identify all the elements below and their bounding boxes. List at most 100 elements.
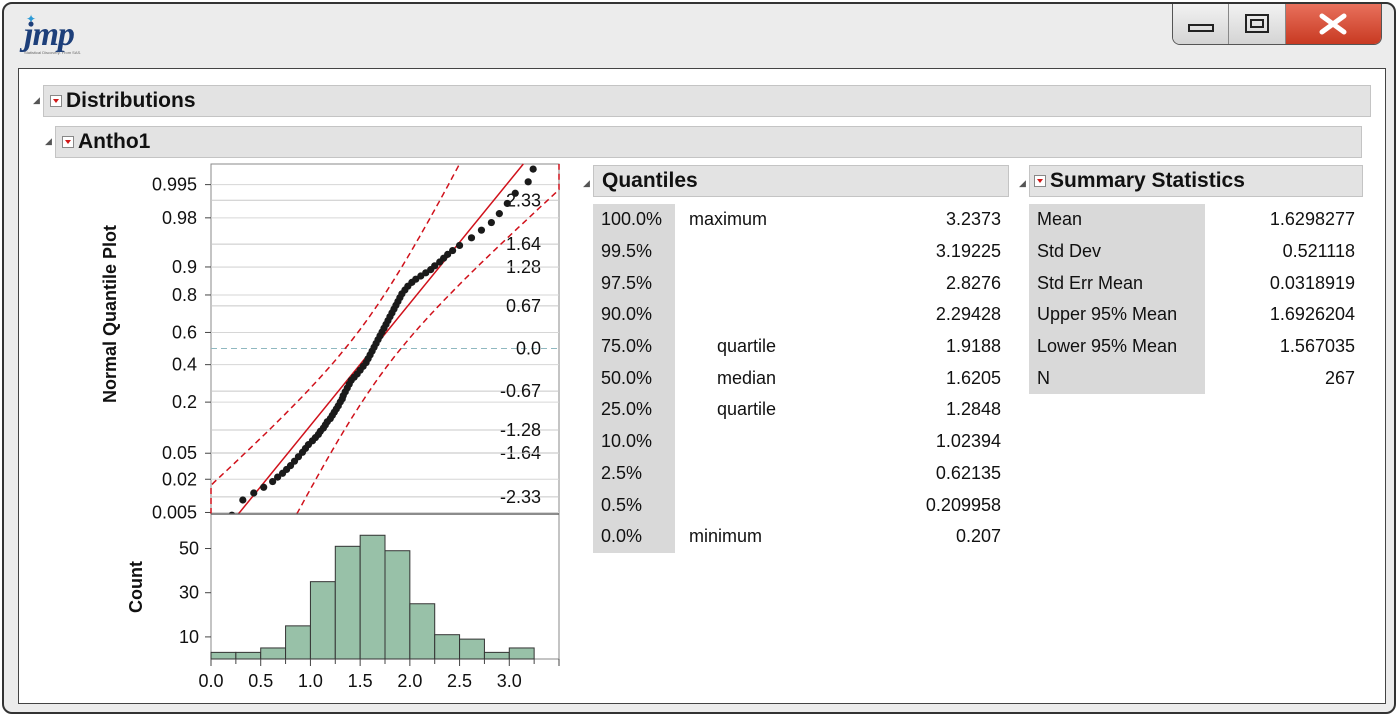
histogram-bar <box>384 550 411 660</box>
quantile-row: 2.5% 0.62135 <box>593 457 1009 490</box>
logo-text: jmp <box>24 16 75 53</box>
histogram-bar <box>235 651 262 660</box>
quantile-percent: 99.5% <box>593 235 675 268</box>
summary-value: 1.6926204 <box>1269 304 1355 325</box>
disclosure-triangle-icon[interactable]: ◢ <box>45 136 52 147</box>
data-point <box>239 496 247 504</box>
quantile-value: 1.9188 <box>945 336 1001 357</box>
report-content: ◢ Distributions ◢ Antho1 2.33 1.64 1.28 0.6… <box>18 68 1386 704</box>
variable-title: Antho1 <box>78 130 151 153</box>
x-tick-label: 0.5 <box>248 671 273 691</box>
probability-tick: 0.05 <box>162 443 197 463</box>
probability-tick: 0.6 <box>172 322 197 342</box>
quantile-value: 1.02394 <box>935 431 1001 452</box>
summary-value: 0.521118 <box>1282 241 1355 262</box>
histogram-bar <box>210 651 237 660</box>
quantile-row: 50.0% median 1.6205 <box>593 362 1009 395</box>
probability-tick: 0.2 <box>172 392 197 412</box>
summary-row: N 267 <box>1029 362 1363 395</box>
histogram-bar <box>309 581 336 660</box>
quantile-row: 97.5% 2.8276 <box>593 267 1009 300</box>
quantile-percent: 2.5% <box>593 457 675 490</box>
red-triangle-menu-icon[interactable] <box>1034 175 1046 187</box>
distributions-title: Distributions <box>66 89 196 112</box>
distributions-header[interactable]: Distributions <box>43 85 1371 117</box>
quantile-row: 25.0% quartile 1.2848 <box>593 394 1009 426</box>
data-point <box>529 165 537 173</box>
distribution-plots: 2.331.641.280.670.0-0.67-1.28-1.64-2.330… <box>100 163 560 691</box>
disclosure-triangle-icon[interactable]: ◢ <box>1019 178 1026 189</box>
summary-label: Upper 95% Mean <box>1029 299 1205 331</box>
red-triangle-menu-icon[interactable] <box>62 136 74 148</box>
summary-row: Lower 95% Mean 1.567035 <box>1029 330 1363 363</box>
quantile-value: 3.2373 <box>945 209 1001 230</box>
quantile-percent: 90.0% <box>593 299 675 331</box>
maximize-button[interactable] <box>1229 4 1286 44</box>
quantile-percent: 25.0% <box>593 394 675 426</box>
data-point <box>503 199 511 208</box>
quantile-label <box>675 299 875 331</box>
probability-tick: 0.9 <box>172 257 197 277</box>
data-point <box>260 483 268 491</box>
data-point <box>524 178 532 186</box>
probability-tick: 0.995 <box>152 175 197 195</box>
probability-tick: 0.4 <box>172 355 197 375</box>
quantile-value: 0.62135 <box>935 462 1001 483</box>
quantile-percent: 97.5% <box>593 267 675 300</box>
normal-quantile-tick: -2.33 <box>500 487 541 507</box>
quantile-value: 3.19225 <box>935 241 1001 262</box>
summary-label: N <box>1029 362 1205 395</box>
quantile-value: 0.209958 <box>925 494 1001 515</box>
app-window: ✦ jmp Statistical Discovery. From SAS. ◢… <box>2 2 1396 714</box>
data-point <box>477 226 486 234</box>
histogram-bar <box>334 545 361 660</box>
summary-row: Mean 1.6298277 <box>1029 204 1363 236</box>
quantile-percent: 10.0% <box>593 425 675 458</box>
normal-quantile-tick: 1.64 <box>506 234 541 254</box>
minimize-icon <box>1187 24 1214 32</box>
summary-statistics-table: Mean 1.6298277 Std Dev 0.521118 Std Err Mean… <box>1029 204 1363 395</box>
close-icon <box>1319 13 1347 35</box>
histogram-axis-title: Count <box>126 561 146 613</box>
disclosure-triangle-icon[interactable]: ◢ <box>33 95 40 106</box>
quantile-row: 0.0% minimum 0.207 <box>593 520 1009 553</box>
summary-statistics-title: Summary Statistics <box>1050 169 1245 192</box>
normal-quantile-tick: 0.0 <box>516 339 541 359</box>
data-point <box>487 218 495 227</box>
quantile-label <box>675 458 875 490</box>
quantile-label <box>675 267 875 299</box>
quantile-label: quartile <box>717 399 777 420</box>
normal-quantile-tick: 0.67 <box>506 296 541 316</box>
quantile-row: 90.0% 2.29428 <box>593 299 1009 331</box>
quantiles-table: 100.0% maximum 3.2373 99.5% 3.19225 97.5% 2.82… <box>593 204 1009 553</box>
data-point <box>449 246 457 255</box>
summary-statistics-header[interactable]: Summary Statistics <box>1029 165 1363 197</box>
probability-tick: 0.8 <box>172 285 197 305</box>
normal-quantile-tick: 2.33 <box>506 190 541 210</box>
summary-row: Std Err Mean 0.0318919 <box>1029 267 1363 300</box>
histogram-bar <box>508 647 535 660</box>
maximize-icon <box>1245 14 1270 33</box>
normal-quantile-tick: -1.28 <box>500 420 541 440</box>
count-tick: 50 <box>179 539 199 559</box>
summary-label: Mean <box>1029 204 1205 236</box>
disclosure-triangle-icon[interactable]: ◢ <box>583 178 590 189</box>
quantile-row: 10.0% 1.02394 <box>593 425 1009 458</box>
quantile-label: maximum <box>689 209 768 230</box>
histogram-bar <box>483 651 510 660</box>
quantile-row: 75.0% quartile 1.9188 <box>593 330 1009 363</box>
minimize-button[interactable] <box>1173 4 1230 44</box>
probability-tick: 0.005 <box>152 502 197 522</box>
close-button[interactable] <box>1285 4 1381 44</box>
histogram-bar <box>285 625 311 660</box>
data-point <box>467 234 476 242</box>
histogram-bar <box>359 534 386 660</box>
summary-value: 1.6298277 <box>1269 209 1355 230</box>
red-triangle-menu-icon[interactable] <box>50 95 62 107</box>
x-tick-label: 2.5 <box>447 671 472 691</box>
variable-header[interactable]: Antho1 <box>55 126 1362 158</box>
quantiles-header[interactable]: Quantiles <box>593 165 1009 197</box>
x-tick-label: 1.5 <box>348 671 373 691</box>
summary-label: Std Err Mean <box>1029 267 1205 300</box>
data-point <box>495 210 503 218</box>
